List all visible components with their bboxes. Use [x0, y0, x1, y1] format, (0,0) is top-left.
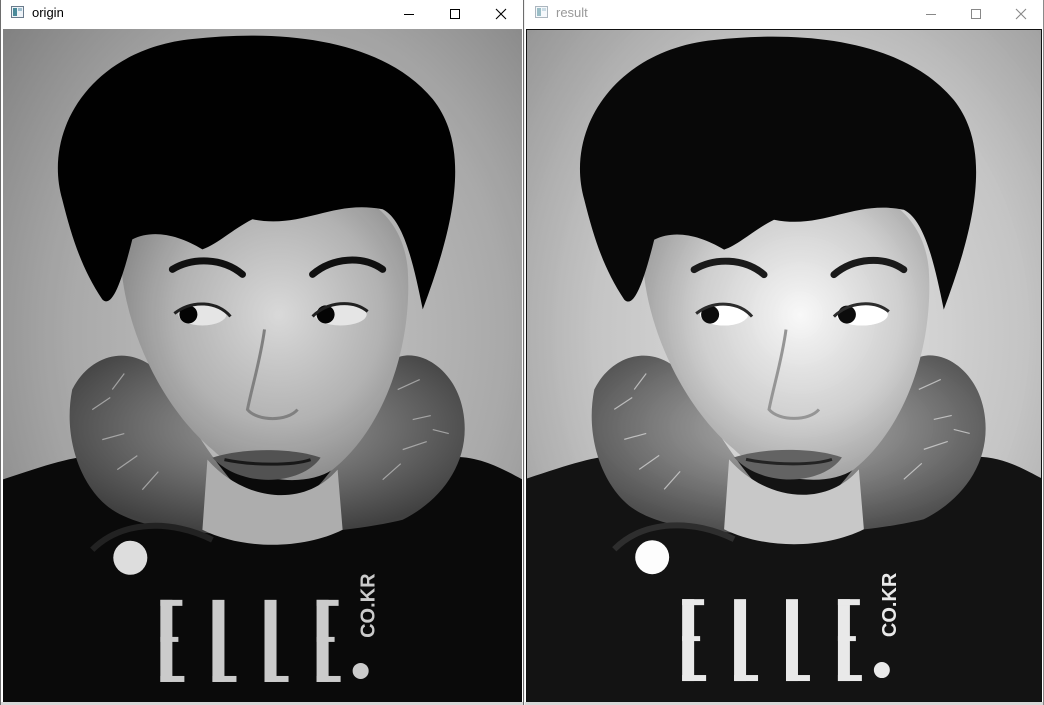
close-button[interactable]	[998, 0, 1043, 28]
image-canvas	[526, 29, 1042, 702]
minimize-button[interactable]	[386, 0, 432, 28]
maximize-icon	[971, 9, 981, 19]
maximize-icon	[450, 9, 460, 19]
maximize-button[interactable]	[432, 0, 478, 28]
minimize-button[interactable]	[908, 0, 954, 28]
app-window-icon	[11, 6, 24, 18]
minimize-icon	[404, 14, 414, 15]
window-origin[interactable]: origin	[0, 0, 524, 705]
title-bar[interactable]: result	[525, 0, 1043, 28]
minimize-icon	[926, 14, 936, 15]
window-title: origin	[32, 5, 64, 20]
portrait-image	[527, 30, 1041, 701]
maximize-button[interactable]	[953, 0, 999, 28]
window-title: result	[556, 5, 588, 20]
portrait-image	[3, 29, 522, 702]
close-icon	[495, 8, 507, 20]
close-button[interactable]	[478, 0, 523, 28]
title-bar[interactable]: origin	[1, 0, 523, 28]
app-window-icon	[535, 6, 548, 18]
window-result[interactable]: result	[525, 0, 1044, 705]
close-icon	[1015, 8, 1027, 20]
image-canvas	[3, 29, 522, 702]
